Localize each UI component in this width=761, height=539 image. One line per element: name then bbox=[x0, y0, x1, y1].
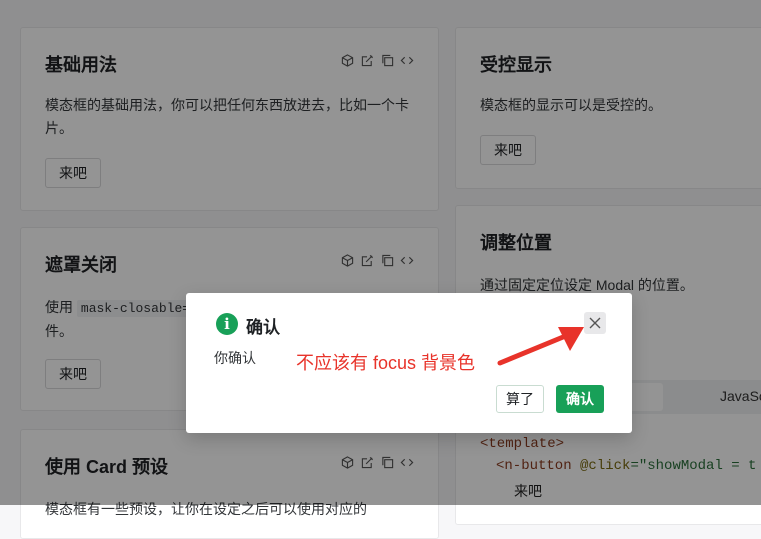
cancel-button[interactable]: 算了 bbox=[496, 385, 544, 413]
close-icon bbox=[589, 317, 601, 329]
annotation-text: 不应该有 focus 背景色 bbox=[296, 353, 476, 373]
dialog-content: 你确认 bbox=[214, 350, 256, 366]
annotation-arrow-icon bbox=[497, 327, 584, 366]
info-icon: i bbox=[216, 313, 238, 335]
confirm-dialog: i 确认 你确认 不应该有 focus 背景色 算了 确认 bbox=[186, 293, 632, 433]
dialog-title: 确认 bbox=[246, 318, 280, 337]
confirm-button[interactable]: 确认 bbox=[556, 385, 604, 413]
